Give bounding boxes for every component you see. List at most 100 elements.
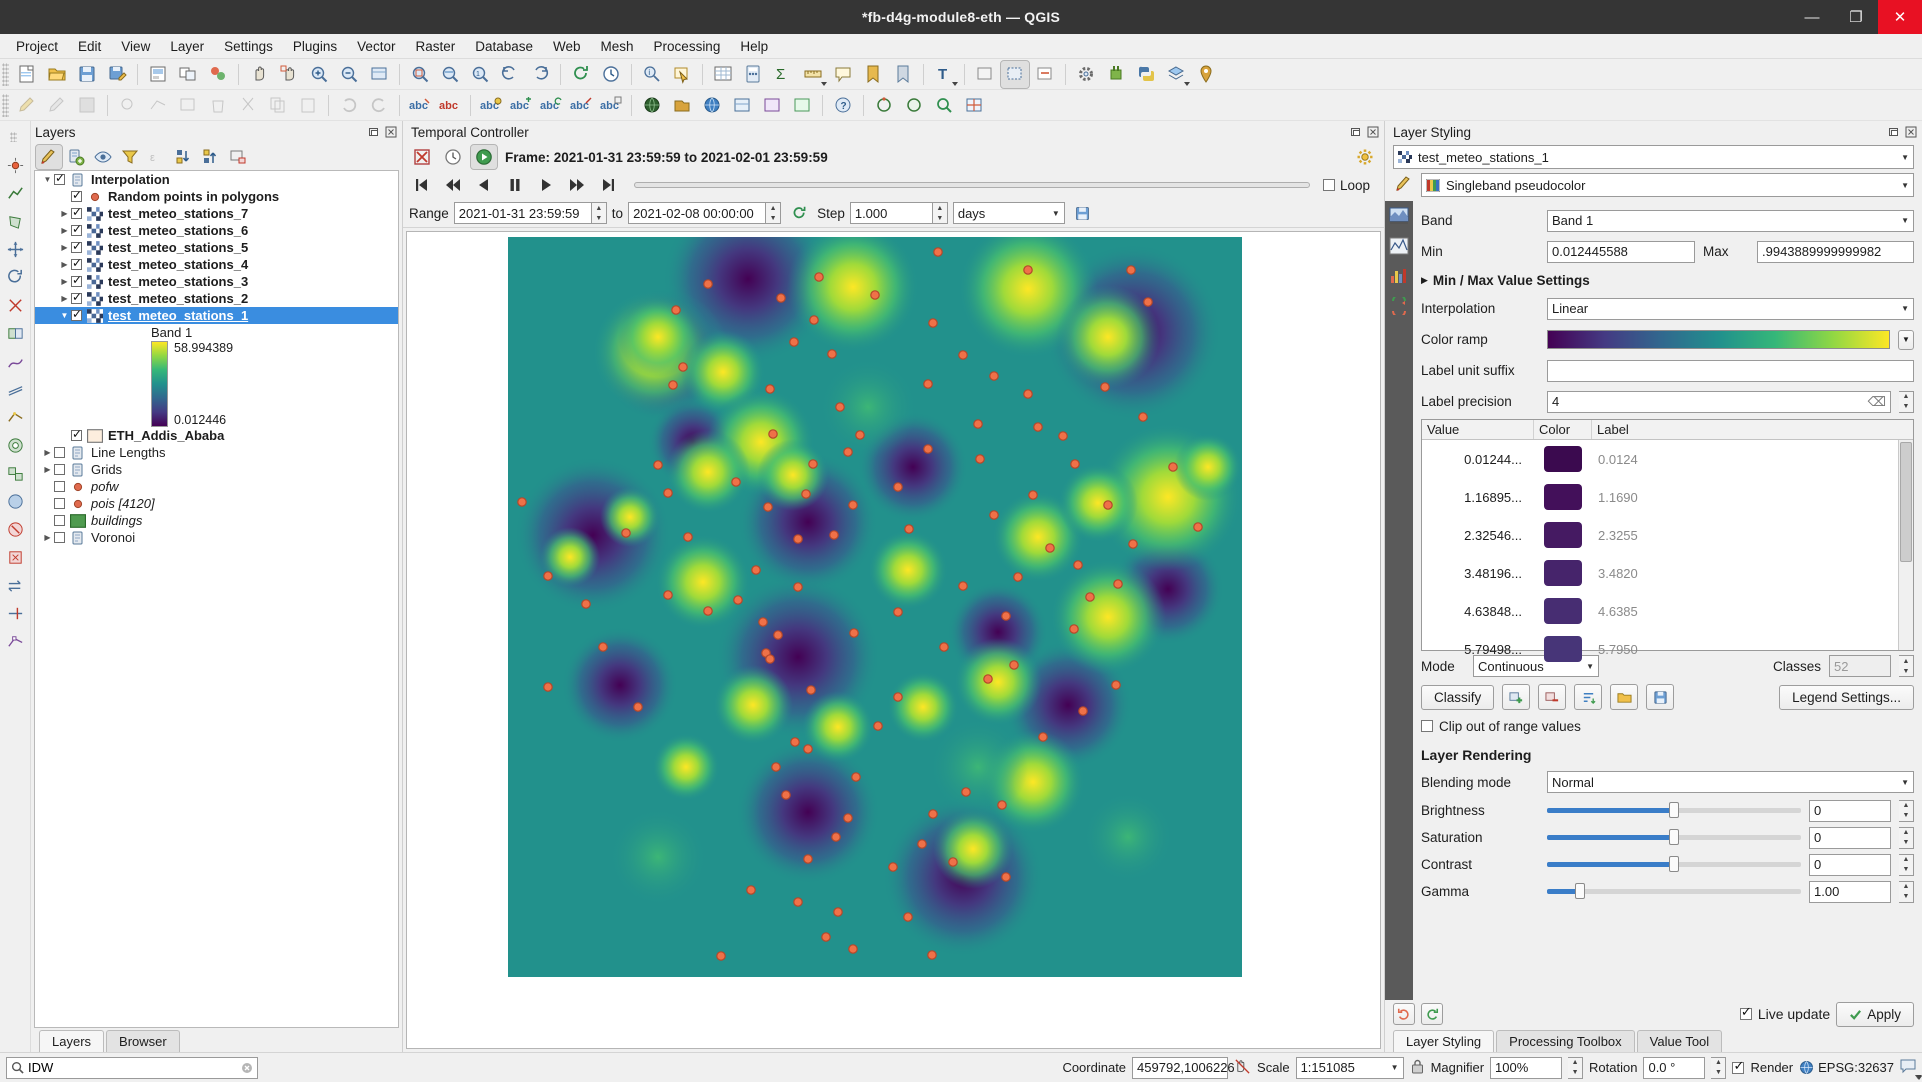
expand-toggle-icon[interactable]: ▶ xyxy=(41,533,54,542)
color-table-value[interactable]: 4.63848... xyxy=(1422,604,1534,619)
contrast-input[interactable]: 0 xyxy=(1809,853,1891,876)
blending-select[interactable]: Normal ▼ xyxy=(1547,771,1914,793)
expand-toggle-icon[interactable]: ▶ xyxy=(58,277,71,286)
gamma-input[interactable]: 1.00 xyxy=(1809,880,1891,903)
color-table-label[interactable]: 5.7950 xyxy=(1592,642,1913,657)
menu-help[interactable]: Help xyxy=(730,36,778,57)
label-properties-icon[interactable]: abc xyxy=(597,92,625,119)
classify-button[interactable]: Classify xyxy=(1421,684,1495,710)
lock-scale-icon[interactable] xyxy=(1410,1058,1425,1077)
offset-curve-icon[interactable] xyxy=(2,376,28,402)
color-table-row[interactable]: 0.01244... 0.0124 xyxy=(1422,440,1913,478)
menu-mesh[interactable]: Mesh xyxy=(591,36,644,57)
save-ramp-icon[interactable] xyxy=(1646,684,1675,710)
col-color[interactable]: Color xyxy=(1534,420,1592,439)
rotation-input[interactable]: 0.0 ° xyxy=(1643,1056,1706,1079)
reload-range-icon[interactable] xyxy=(786,201,1922,1079)
pause-icon[interactable] xyxy=(502,173,528,197)
saturation-slider[interactable] xyxy=(1547,829,1801,845)
locator-search-input[interactable] xyxy=(28,1060,237,1075)
temporal-settings-icon[interactable] xyxy=(1352,145,1378,169)
color-table-value[interactable]: 0.01244... xyxy=(1422,452,1534,467)
menu-web[interactable]: Web xyxy=(543,36,591,57)
pan-map-icon[interactable] xyxy=(245,61,273,88)
toggle-editing-icon[interactable] xyxy=(43,92,71,119)
expand-toggle-icon[interactable]: ▶ xyxy=(58,243,71,252)
label-toggle-icon[interactable]: abc xyxy=(406,92,434,119)
add-feature-icon[interactable] xyxy=(114,92,142,119)
simplify-feature-icon[interactable] xyxy=(2,404,28,430)
project-crs-button[interactable]: EPSG:32637 xyxy=(1799,1060,1894,1075)
layer-tree-item[interactable]: ▶ test_meteo_stations_5 xyxy=(35,239,398,256)
label-precision-input[interactable]: 4 ⌫ xyxy=(1547,390,1891,413)
field-calculator-icon[interactable] xyxy=(739,61,767,88)
delete-part-icon[interactable] xyxy=(2,544,28,570)
expand-toggle-icon[interactable]: ▼ xyxy=(41,175,54,184)
close-icon[interactable] xyxy=(384,125,398,139)
menu-plugins[interactable]: Plugins xyxy=(283,36,347,57)
color-table-color[interactable] xyxy=(1534,598,1592,624)
redo-icon[interactable] xyxy=(365,92,393,119)
layer-visibility-checkbox[interactable] xyxy=(54,481,65,492)
add-entry-icon[interactable] xyxy=(1502,684,1531,710)
close-button[interactable]: ✕ xyxy=(1878,0,1922,34)
col-value[interactable]: Value xyxy=(1422,420,1534,439)
histogram-tab-icon[interactable] xyxy=(1388,265,1410,287)
search-features-icon[interactable] xyxy=(930,92,958,119)
colorramp-preview[interactable] xyxy=(1547,330,1890,349)
color-table-scrollbar[interactable] xyxy=(1898,440,1913,650)
locator-search-box[interactable] xyxy=(6,1056,258,1079)
change-label-icon[interactable]: abc xyxy=(567,92,595,119)
tab-layers[interactable]: Layers xyxy=(39,1030,105,1052)
current-edits-icon[interactable] xyxy=(13,92,41,119)
deselect-features-icon[interactable] xyxy=(971,61,999,88)
color-table-label[interactable]: 3.4820 xyxy=(1592,566,1913,581)
wcs-layer-icon[interactable] xyxy=(788,92,816,119)
vertex-tool-icon[interactable] xyxy=(144,92,172,119)
select-value-icon[interactable] xyxy=(1031,61,1059,88)
layer-tree-item[interactable]: pois [4120] xyxy=(35,495,398,512)
coordinate-input[interactable]: 459792,1006226 xyxy=(1132,1056,1235,1079)
select-by-rectangle-icon[interactable] xyxy=(1000,59,1030,89)
layer-visibility-checkbox[interactable] xyxy=(71,273,82,287)
layer-visibility-checkbox[interactable] xyxy=(71,222,82,236)
undo-style-icon[interactable] xyxy=(1393,1003,1415,1025)
layer-visibility-checkbox[interactable] xyxy=(71,188,82,202)
style-manager-icon[interactable] xyxy=(204,61,232,88)
cut-features-icon[interactable] xyxy=(234,92,262,119)
layer-visibility-checkbox[interactable] xyxy=(54,532,65,543)
layer-tree-item[interactable]: ▶ test_meteo_stations_6 xyxy=(35,222,398,239)
label-unit-suffix-input[interactable] xyxy=(1547,359,1914,382)
colorramp-menu-icon[interactable]: ▼ xyxy=(1898,329,1914,350)
move-label-icon[interactable]: abc xyxy=(507,92,535,119)
layer-visibility-checkbox[interactable] xyxy=(71,256,82,270)
minimize-button[interactable]: — xyxy=(1790,0,1834,34)
styling-layer-combo[interactable]: test_meteo_stations_1 ▼ xyxy=(1393,145,1914,169)
pan-to-selection-icon[interactable] xyxy=(275,61,303,88)
zoom-selection-icon[interactable] xyxy=(406,61,434,88)
help-contents-icon[interactable]: ? xyxy=(829,92,857,119)
minmax-settings-row[interactable]: ▶ Min / Max Value Settings xyxy=(1421,267,1914,293)
color-table-body[interactable]: 0.01244... 0.0124 1.16895... 1.1690 2.32546.… xyxy=(1422,440,1913,668)
color-table-color[interactable] xyxy=(1534,484,1592,510)
expand-toggle-icon[interactable]: ▼ xyxy=(58,311,71,320)
color-table-value[interactable]: 5.79498... xyxy=(1422,642,1534,657)
expand-toggle-icon[interactable]: ▶ xyxy=(41,465,54,474)
layer-visibility-checkbox[interactable] xyxy=(71,239,82,253)
saturation-input[interactable]: 0 xyxy=(1809,826,1891,849)
delete-selected-icon[interactable] xyxy=(204,92,232,119)
trim-extend-icon[interactable] xyxy=(2,600,28,626)
layer-tree-item[interactable]: ▶ test_meteo_stations_7 xyxy=(35,205,398,222)
layer-visibility-checkbox[interactable] xyxy=(71,290,82,304)
show-statistics-icon[interactable]: Σ xyxy=(769,61,797,88)
max-input[interactable]: .9943889999999982 xyxy=(1757,240,1914,263)
new-bookmark-icon[interactable] xyxy=(859,61,887,88)
reverse-line-icon[interactable] xyxy=(2,572,28,598)
animated-range-icon[interactable] xyxy=(470,144,498,170)
add-polygon-feature-icon[interactable] xyxy=(2,208,28,234)
select-features-icon[interactable] xyxy=(668,61,696,88)
undock-icon[interactable] xyxy=(367,125,381,139)
layer-tree-item[interactable]: Random points in polygons xyxy=(35,188,398,205)
reshape-features-icon[interactable] xyxy=(2,348,28,374)
color-table-row[interactable]: 5.79498... 5.7950 xyxy=(1422,630,1913,668)
